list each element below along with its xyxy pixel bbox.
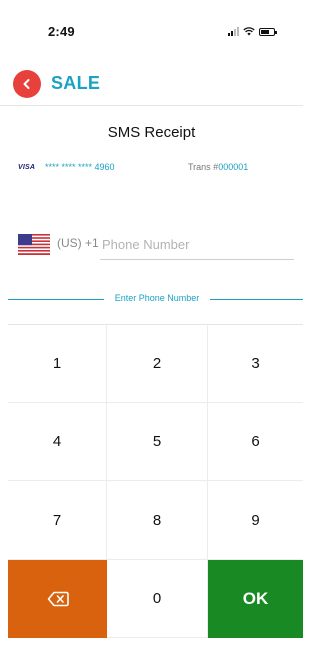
signal-icon (228, 27, 239, 36)
battery-icon (259, 27, 277, 36)
key-5[interactable]: 5 (107, 403, 208, 481)
transaction-label: Trans # (188, 162, 219, 172)
key-6[interactable]: 6 (208, 403, 303, 481)
phone-number-input[interactable] (100, 230, 294, 260)
key-0[interactable]: 0 (107, 560, 208, 638)
divider (8, 299, 104, 300)
key-8[interactable]: 8 (107, 481, 208, 560)
receipt-title: SMS Receipt (107, 124, 196, 141)
backspace-icon (47, 591, 69, 607)
us-flag-icon[interactable] (18, 234, 50, 255)
key-2[interactable]: 2 (107, 325, 208, 403)
transaction-info: Trans #000001 (188, 162, 248, 172)
ok-button[interactable]: OK (208, 560, 303, 638)
enter-phone-label: Enter Phone Number (114, 293, 200, 303)
transaction-number: 000001 (218, 162, 249, 172)
back-button[interactable] (13, 69, 41, 98)
key-1[interactable]: 1 (8, 325, 107, 403)
country-code[interactable]: (US) +1 (57, 236, 99, 250)
wifi-icon (243, 27, 255, 36)
visa-logo: VISA (18, 164, 36, 171)
status-bar: 2:49 (0, 0, 303, 62)
numeric-keypad: 1 2 3 4 5 6 7 8 9 0 OK (8, 324, 303, 638)
back-arrow-icon (23, 78, 30, 89)
header: SALE (0, 62, 303, 106)
status-time: 2:49 (48, 24, 75, 39)
key-7[interactable]: 7 (8, 481, 107, 560)
card-number: **** **** **** 4960 (45, 162, 115, 172)
divider (210, 299, 303, 300)
key-9[interactable]: 9 (208, 481, 303, 560)
backspace-key[interactable] (8, 560, 107, 638)
key-4[interactable]: 4 (8, 403, 107, 481)
page-title: SALE (51, 73, 101, 93)
phone-row: (US) +1 (18, 228, 294, 262)
key-3[interactable]: 3 (208, 325, 303, 403)
status-icons (228, 27, 277, 36)
card-info-row: VISA **** **** **** 4960 Trans #000001 (18, 160, 288, 176)
enter-phone-prompt: Enter Phone Number (8, 293, 303, 305)
